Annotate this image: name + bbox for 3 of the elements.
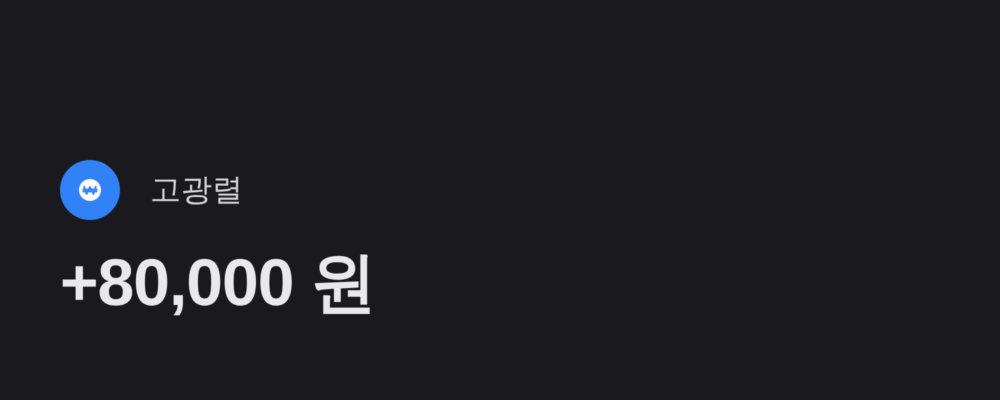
- amount-text: +80,000 원: [60, 244, 377, 321]
- coin-icon: [60, 160, 120, 220]
- sender-name: 고광렬: [150, 170, 243, 210]
